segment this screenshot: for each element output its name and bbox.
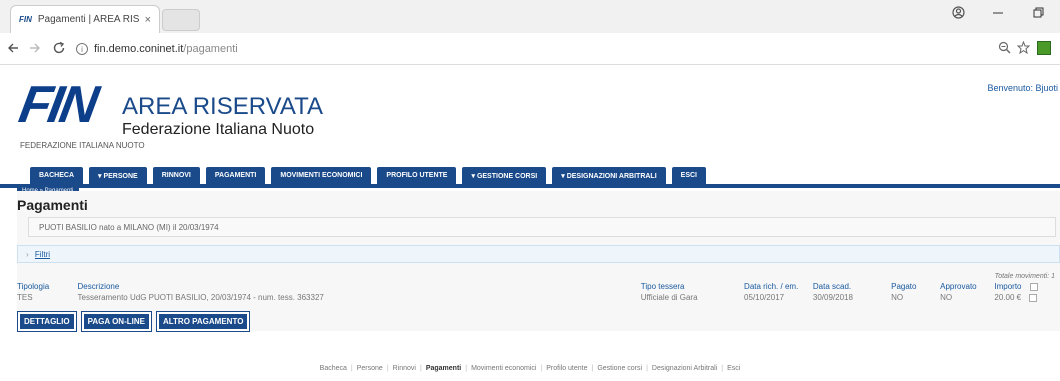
person-info: PUOTI BASILIO nato a MILANO (MI) il 20/0… (28, 217, 1056, 237)
cell-pagato: NO (891, 293, 904, 302)
menu-persone[interactable]: ▾ PERSONE (89, 167, 147, 184)
minimize-icon[interactable] (992, 6, 1004, 22)
payments-table: Tipologia Descrizione Tipo tessera Data … (17, 281, 1057, 303)
footer-link[interactable]: Designazioni Arbitrali (652, 365, 717, 372)
col-tipo-tessera: Tipo tessera (640, 282, 685, 291)
menu-bacheca[interactable]: BACHECA (30, 167, 83, 184)
menu-movimenti[interactable]: MOVIMENTI ECONOMICI (271, 167, 372, 184)
col-importo: Importo (994, 281, 1057, 292)
bookmark-star-icon[interactable] (1016, 40, 1031, 57)
cell-tipo-tessera: Ufficiale di Gara (640, 293, 698, 302)
new-tab-button[interactable] (162, 9, 200, 31)
footer-separator: | (591, 365, 594, 372)
footer-separator: | (386, 365, 389, 372)
browser-tab-strip: FIN Pagamenti | AREA RISER × (0, 0, 1060, 33)
area-title: AREA RISERVATA (122, 93, 323, 120)
totals-count: Totale movimenti: 1 (994, 273, 1055, 280)
web-page: FIN FEDERAZIONE ITALIANA NUOTO AREA RISE… (0, 65, 1060, 381)
forward-icon[interactable] (28, 41, 42, 58)
footer-separator: | (646, 365, 648, 372)
col-pagato: Pagato (891, 282, 917, 291)
footer-link[interactable]: Profilo utente (546, 365, 587, 372)
footer-link[interactable]: Gestione corsi (597, 365, 642, 372)
menu-esci[interactable]: ESCI (671, 167, 706, 184)
importo-value: 20.00 € (994, 293, 1022, 302)
zoom-icon[interactable] (998, 41, 1011, 57)
footer-separator: | (540, 365, 543, 372)
footer-link[interactable]: Bacheca (320, 365, 347, 372)
cell-descrizione: Tesseramento UdG PUOTI BASILIO, 20/03/19… (77, 293, 324, 302)
footer-link[interactable]: Persone (357, 365, 383, 372)
paga-online-button[interactable]: PAGA ON-LINE (80, 311, 152, 332)
tab-close-icon[interactable]: × (145, 14, 151, 26)
url-field[interactable]: i fin.demo.coninet.it/pagamenti (76, 38, 996, 60)
main-content: Pagamenti PUOTI BASILIO nato a MILANO (M… (17, 191, 1060, 332)
page-title: Pagamenti (17, 197, 88, 213)
menu-pagamenti[interactable]: PAGAMENTI (205, 167, 266, 184)
browser-tab[interactable]: FIN Pagamenti | AREA RISER × (10, 5, 160, 33)
welcome-text: Benvenuto: Bjuoti (987, 83, 1058, 93)
altro-pagamento-button[interactable]: ALTRO PAGAMENTO (155, 311, 251, 332)
filter-panel[interactable]: › Filtri (17, 245, 1060, 263)
menu-profilo[interactable]: PROFILO UTENTE (377, 167, 457, 184)
importo-header: Importo (994, 282, 1022, 291)
fin-favicon-icon: FIN (19, 15, 32, 24)
menu-gestione-corsi[interactable]: ▾ GESTIONE CORSI (462, 167, 547, 184)
cell-importo: 20.00 € (994, 292, 1057, 303)
footer-separator: | (420, 365, 422, 372)
logo-subtitle: FEDERAZIONE ITALIANA NUOTO (20, 141, 145, 150)
reload-icon[interactable] (52, 41, 66, 58)
col-approvato: Approvato (940, 282, 977, 291)
col-descrizione: Descrizione (77, 282, 120, 291)
dettaglio-button[interactable]: DETTAGLIO (17, 311, 77, 332)
footer-link[interactable]: Movimenti economici (471, 365, 536, 372)
main-menu: BACHECA ▾ PERSONE RINNOVI PAGAMENTI MOVI… (0, 162, 1060, 188)
cell-data-rich: 05/10/2017 (744, 293, 785, 302)
url-path: /pagamenti (183, 43, 238, 55)
menu-rinnovi[interactable]: RINNOVI (152, 167, 200, 184)
cell-data-scad: 30/09/2018 (812, 293, 853, 302)
extension-icon[interactable] (1037, 41, 1051, 55)
footer-links: Bacheca | Persone | Rinnovi | Pagamenti | Movime… (0, 365, 1060, 372)
menu-designazioni[interactable]: ▾ DESIGNAZIONI ARBITRALI (552, 167, 666, 184)
cell-approvato: NO (940, 293, 953, 302)
cell-tipologia: TES (17, 293, 33, 302)
info-icon[interactable]: i (76, 43, 88, 55)
row-checkbox[interactable] (1029, 293, 1038, 302)
restore-icon[interactable] (1032, 6, 1044, 22)
footer-separator: | (465, 365, 468, 372)
footer-separator: | (721, 365, 724, 372)
back-icon[interactable] (6, 41, 20, 58)
chevron-right-icon: › (26, 250, 29, 259)
fin-logo[interactable]: FIN (15, 76, 100, 137)
tab-title: Pagamenti | AREA RISER (37, 14, 139, 25)
action-buttons: DETTAGLIO PAGA ON-LINE ALTRO PAGAMENTO (17, 311, 251, 332)
footer-link[interactable]: Pagamenti (426, 365, 461, 372)
table-row[interactable]: TES Tesseramento UdG PUOTI BASILIO, 20/0… (17, 292, 1057, 303)
filter-toggle-link[interactable]: Filtri (35, 250, 50, 259)
col-tipologia: Tipologia (17, 282, 50, 291)
url-host: fin.demo.coninet.it (94, 43, 184, 55)
profile-icon[interactable] (952, 6, 965, 22)
logo-text: FIN (14, 76, 100, 134)
area-subtitle: Federazione Italiana Nuoto (122, 121, 315, 138)
footer-link[interactable]: Rinnovi (393, 365, 416, 372)
address-bar: i fin.demo.coninet.it/pagamenti (0, 33, 1060, 65)
col-data-rich: Data rich. / em. (744, 282, 799, 291)
footer-separator: | (350, 365, 353, 372)
select-all-checkbox[interactable] (1029, 282, 1038, 291)
col-data-scad: Data scad. (812, 282, 852, 291)
footer-link[interactable]: Esci (727, 365, 740, 372)
